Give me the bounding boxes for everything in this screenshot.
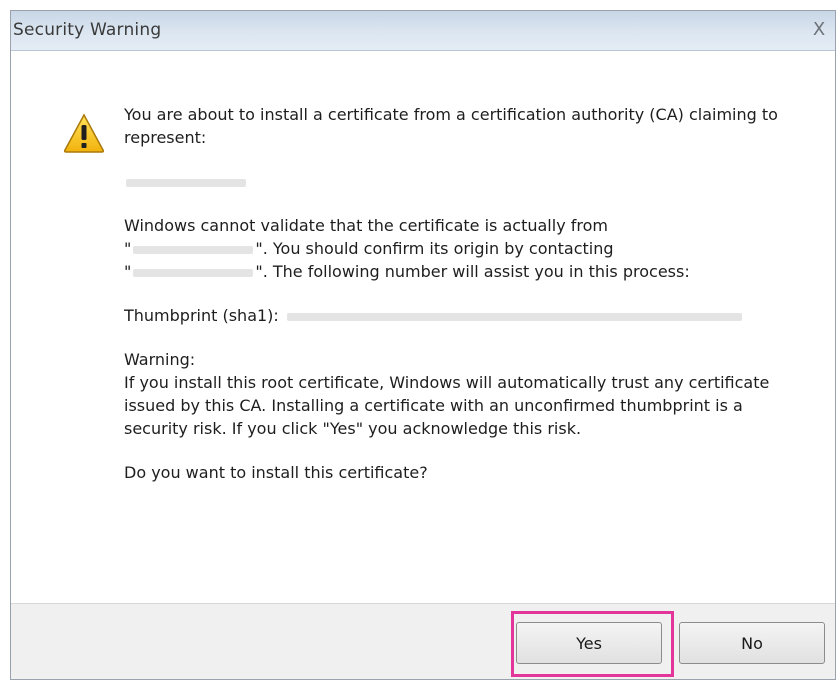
security-warning-dialog: Security Warning X You are about to inst… xyxy=(10,10,836,680)
redacted-text xyxy=(133,245,254,254)
no-button[interactable]: No xyxy=(679,622,825,664)
window-title: Security Warning xyxy=(13,20,162,40)
dialog-content: You are about to install a certificate f… xyxy=(11,51,835,613)
title-bar: Security Warning X xyxy=(11,11,835,51)
thumbprint-label: Thumbprint (sha1): xyxy=(124,306,279,325)
yes-button[interactable]: Yes xyxy=(516,622,662,664)
warning-triangle-icon xyxy=(63,113,105,153)
message-text: You are about to install a certificate f… xyxy=(124,103,804,484)
button-bar: Yes No xyxy=(11,603,835,679)
validate-text-line1: Windows cannot validate that the certifi… xyxy=(124,216,608,235)
redacted-text xyxy=(133,268,254,277)
warning-body: If you install this root certificate, Wi… xyxy=(124,373,770,438)
validate-text-line3: " ". The following number will assist you… xyxy=(124,260,804,283)
redacted-text xyxy=(126,178,246,187)
validate-text-part2: ". You should confirm its origin by cont… xyxy=(255,239,614,258)
validate-text-part3: ". The following number will assist you … xyxy=(255,262,690,281)
install-question: Do you want to install this certificate? xyxy=(124,463,428,482)
quote-open: " xyxy=(124,239,132,258)
intro-text: You are about to install a certificate f… xyxy=(124,105,778,147)
warning-title: Warning: xyxy=(124,350,196,369)
ca-name-redacted xyxy=(124,170,804,193)
thumbprint-line: Thumbprint (sha1): xyxy=(124,304,804,327)
validate-text-line2: " ". You should confirm its origin by con… xyxy=(124,237,804,260)
quote-open: " xyxy=(124,262,132,281)
redacted-thumbprint xyxy=(286,312,742,321)
close-icon[interactable]: X xyxy=(807,17,831,43)
